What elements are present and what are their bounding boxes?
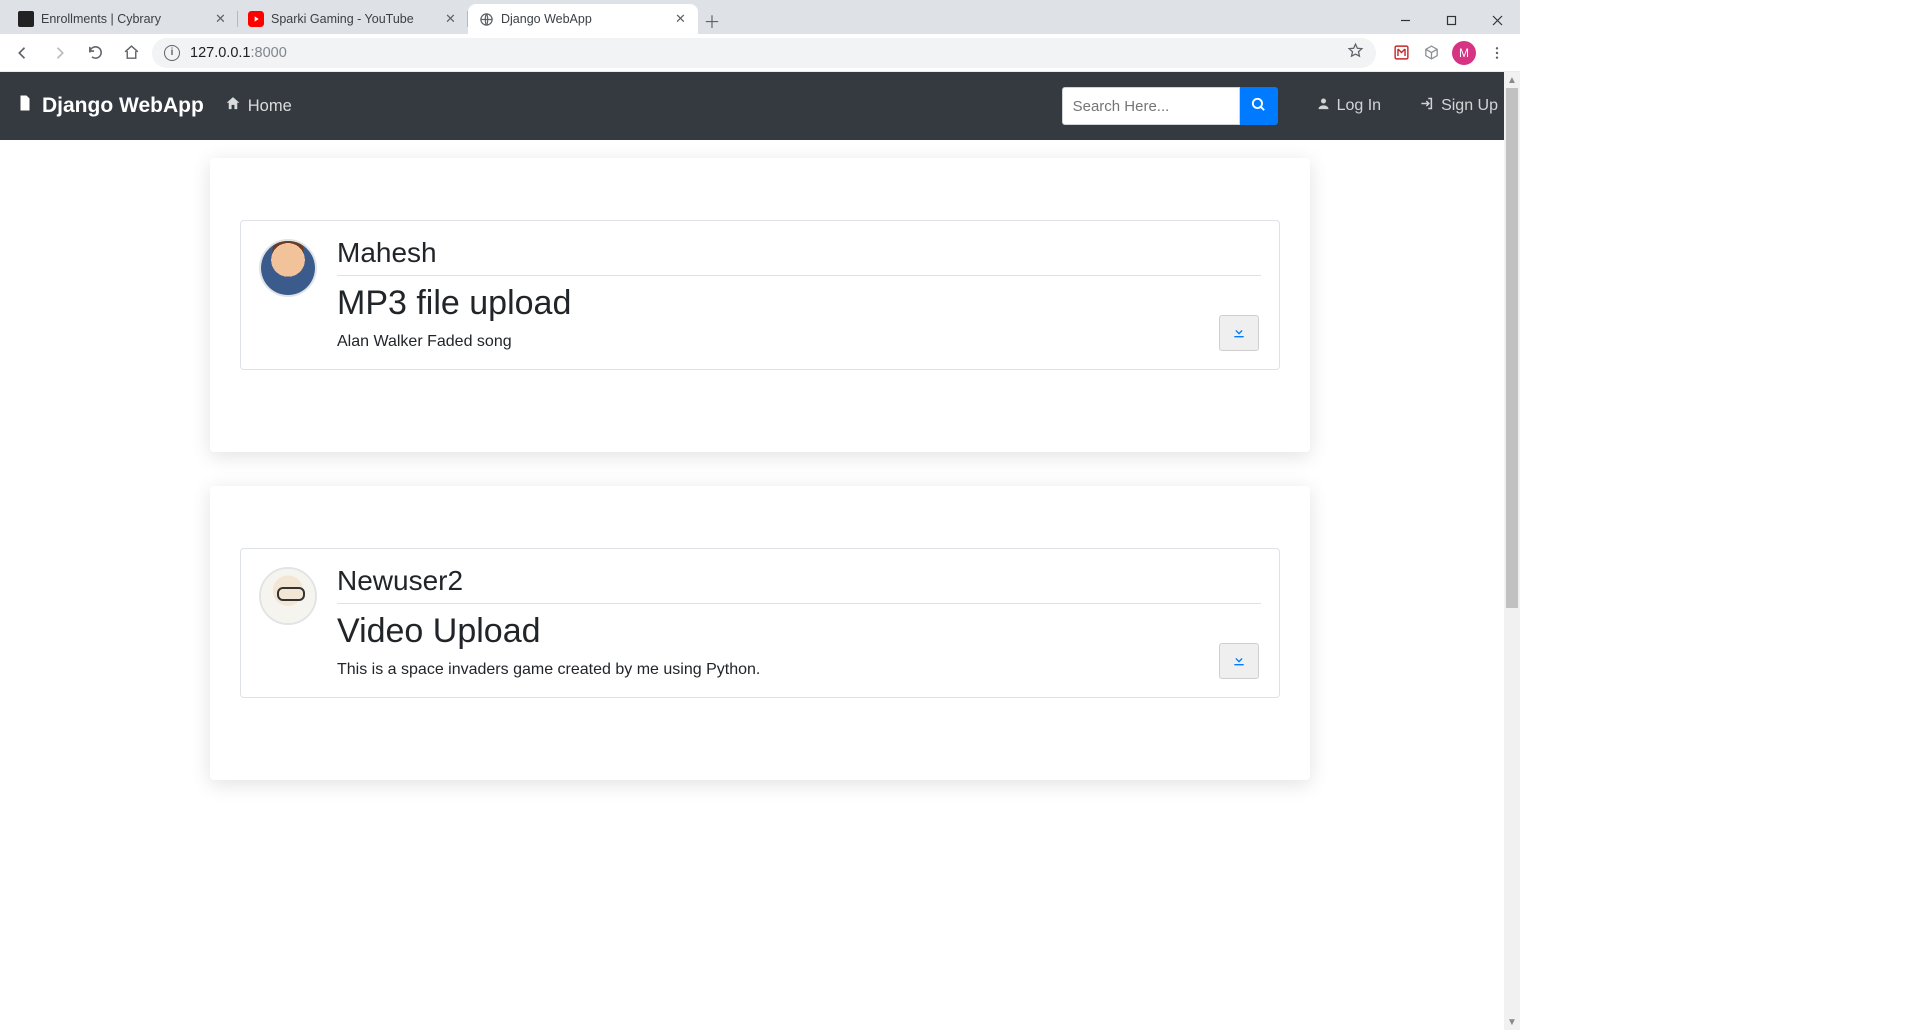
tab-title: Sparki Gaming - YouTube <box>271 12 436 26</box>
post-body: Mahesh MP3 file upload Alan Walker Faded… <box>337 237 1261 351</box>
home-label: Home <box>248 97 292 116</box>
globe-favicon <box>478 11 494 27</box>
cube-icon[interactable] <box>1422 44 1440 62</box>
site-navbar: Django WebApp Home <box>0 72 1520 140</box>
extension-icons: M <box>1382 41 1512 65</box>
search-form <box>1062 87 1278 125</box>
signup-label: Sign Up <box>1441 97 1498 115</box>
tab-2[interactable]: Sparki Gaming - YouTube ✕ <box>238 4 468 34</box>
tab-strip: Enrollments | Cybrary ✕ Sparki Gaming - … <box>0 0 1520 34</box>
url-input[interactable]: i 127.0.0.1:8000 <box>152 38 1376 68</box>
close-icon[interactable]: ✕ <box>443 12 458 27</box>
back-button[interactable] <box>8 38 38 68</box>
search-input[interactable] <box>1062 87 1240 125</box>
close-icon[interactable]: ✕ <box>673 12 688 27</box>
brand-text: Django WebApp <box>42 94 204 118</box>
post-card: Mahesh MP3 file upload Alan Walker Faded… <box>210 158 1310 452</box>
home-link[interactable]: Home <box>224 95 292 117</box>
page-scroll[interactable]: Django WebApp Home <box>0 72 1520 1030</box>
download-icon <box>1231 324 1247 343</box>
scroll-up-icon[interactable]: ▲ <box>1504 72 1520 88</box>
info-icon: i <box>164 45 180 61</box>
download-icon <box>1231 652 1247 671</box>
post-body: Newuser2 Video Upload This is a space in… <box>337 565 1261 679</box>
home-button[interactable] <box>116 38 146 68</box>
cybrary-favicon <box>18 11 34 27</box>
search-button[interactable] <box>1240 87 1278 125</box>
post-author[interactable]: Newuser2 <box>337 565 1261 604</box>
avatar[interactable] <box>259 239 317 297</box>
forward-button[interactable] <box>44 38 74 68</box>
download-button[interactable] <box>1219 315 1259 351</box>
mcafee-icon[interactable] <box>1392 44 1410 62</box>
avatar[interactable] <box>259 567 317 625</box>
tab-title: Django WebApp <box>501 12 666 26</box>
download-button[interactable] <box>1219 643 1259 679</box>
home-icon <box>224 95 242 117</box>
close-icon[interactable]: ✕ <box>213 12 228 27</box>
close-window-button[interactable] <box>1474 6 1520 34</box>
new-tab-button[interactable]: ＋ <box>698 6 726 34</box>
scrollbar-thumb[interactable] <box>1506 88 1518 608</box>
post-description: Alan Walker Faded song <box>337 333 1261 351</box>
tab-title: Enrollments | Cybrary <box>41 12 206 26</box>
minimize-button[interactable] <box>1382 6 1428 34</box>
signup-link[interactable]: Sign Up <box>1419 96 1498 116</box>
login-link[interactable]: Log In <box>1316 96 1381 116</box>
post-description: This is a space invaders game created by… <box>337 661 1261 679</box>
window-controls <box>1382 4 1520 34</box>
youtube-favicon <box>248 11 264 27</box>
login-label: Log In <box>1337 97 1381 115</box>
browser-window: Enrollments | Cybrary ✕ Sparki Gaming - … <box>0 0 1520 1030</box>
page-viewport: Django WebApp Home <box>0 72 1520 1030</box>
url-text: 127.0.0.1:8000 <box>190 45 287 61</box>
post-title[interactable]: Video Upload <box>337 612 1261 651</box>
post: Mahesh MP3 file upload Alan Walker Faded… <box>240 220 1280 370</box>
scrollbar[interactable]: ▲ ▼ <box>1504 72 1520 1030</box>
signin-icon <box>1419 96 1435 116</box>
post-author[interactable]: Mahesh <box>337 237 1261 276</box>
address-bar: i 127.0.0.1:8000 M <box>0 34 1520 72</box>
post: Newuser2 Video Upload This is a space in… <box>240 548 1280 698</box>
user-icon <box>1316 96 1331 116</box>
tab-1[interactable]: Enrollments | Cybrary ✕ <box>8 4 238 34</box>
tab-3[interactable]: Django WebApp ✕ <box>468 4 698 34</box>
content: Mahesh MP3 file upload Alan Walker Faded… <box>210 140 1310 1014</box>
kebab-menu-icon[interactable] <box>1488 44 1506 62</box>
profile-avatar[interactable]: M <box>1452 41 1476 65</box>
brand-link[interactable]: Django WebApp <box>16 92 204 120</box>
maximize-button[interactable] <box>1428 6 1474 34</box>
reload-button[interactable] <box>80 38 110 68</box>
file-icon <box>16 92 34 120</box>
post-title[interactable]: MP3 file upload <box>337 284 1261 323</box>
star-icon[interactable] <box>1347 42 1364 63</box>
search-icon <box>1250 96 1267 116</box>
post-card: Newuser2 Video Upload This is a space in… <box>210 486 1310 780</box>
scroll-down-icon[interactable]: ▼ <box>1504 1014 1520 1030</box>
